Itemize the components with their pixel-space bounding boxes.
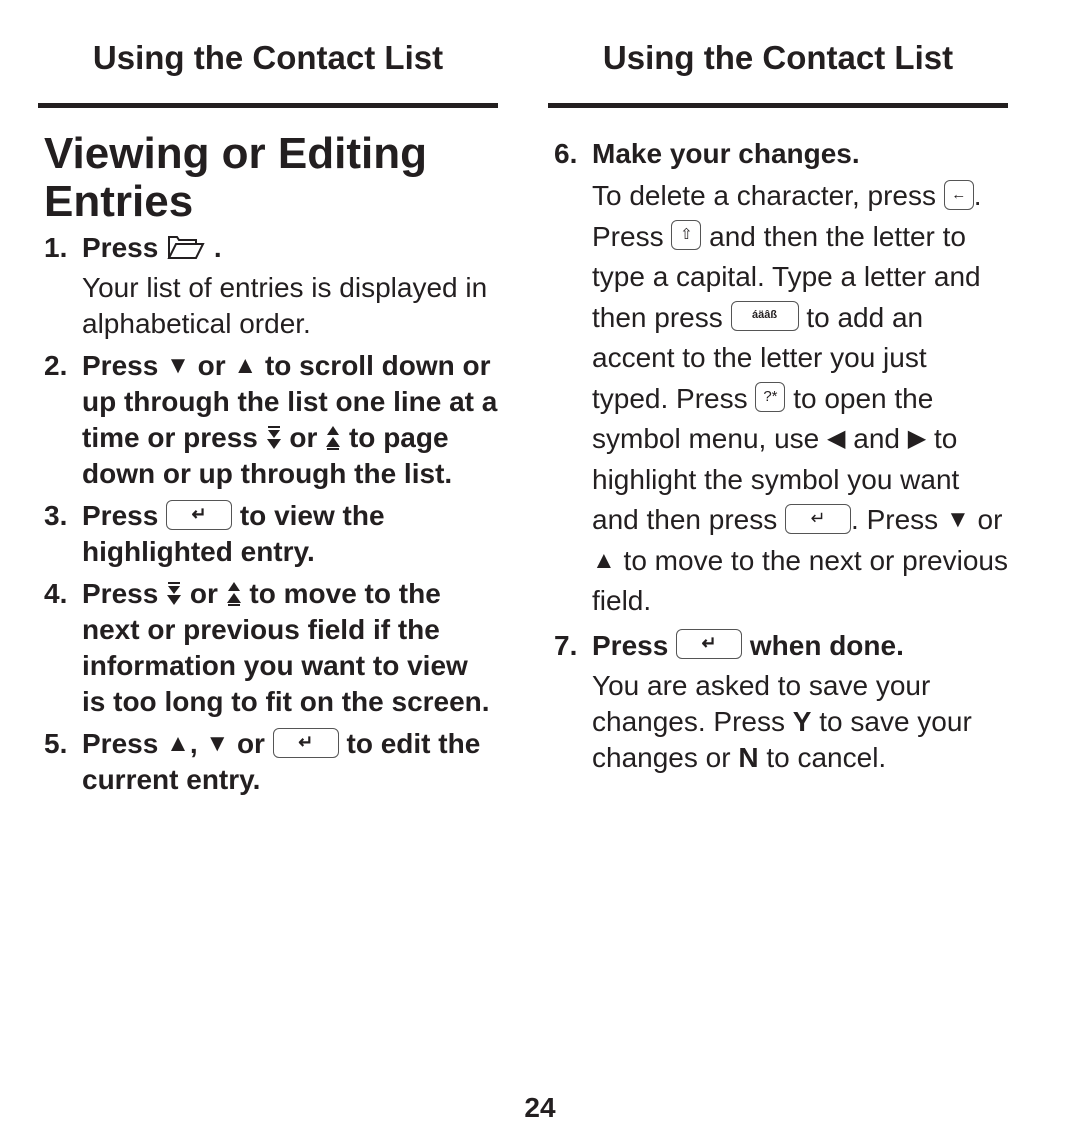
step-text: or xyxy=(977,504,1003,535)
steps-list-right: 6. Make your changes. To delete a charac… xyxy=(554,136,1008,776)
step-text: Press xyxy=(592,629,669,661)
up-arrow-icon: ▲ xyxy=(233,352,258,379)
folder-icon xyxy=(167,236,205,259)
step-5: 5. Press ▲, ▼ or ↵ to edit the current e… xyxy=(44,726,498,798)
step-number: 6. xyxy=(554,138,578,169)
page-down-icon xyxy=(167,582,182,605)
enter-key-icon: ↵ xyxy=(676,629,743,660)
running-header-right: Using the Contact List xyxy=(602,39,954,76)
enter-key-icon: ↵ xyxy=(166,499,233,530)
step-text: to cancel. xyxy=(766,741,887,773)
left-arrow-icon: ◀ xyxy=(827,425,846,452)
right-arrow-icon: ▶ xyxy=(907,425,927,452)
step-text: . Press xyxy=(851,504,939,535)
up-arrow-icon: ▲ xyxy=(592,546,616,574)
step-body: To delete a character, press ←. Press ⇧ … xyxy=(592,176,1008,622)
down-arrow-icon: ▼ xyxy=(166,352,190,379)
down-arrow-icon: ▼ xyxy=(945,506,970,533)
header-rule-left xyxy=(38,103,498,108)
section-title: Viewing or Editing Entries xyxy=(44,129,427,226)
step-text: or xyxy=(236,728,265,759)
step-text: Press xyxy=(82,728,159,759)
step-lead: Make your changes. xyxy=(592,138,860,169)
step-2: 2. Press ▼ or ▲ to scroll down or up thr… xyxy=(44,348,498,492)
step-text: and xyxy=(853,423,900,454)
steps-list-left: 1. Press . Your list of entries is displ… xyxy=(44,230,498,798)
step-6: 6. Make your changes. To delete a charac… xyxy=(554,136,1008,622)
page-down-icon xyxy=(266,426,281,449)
no-key-label: N xyxy=(738,741,759,773)
step-body: Your list of entries is displayed in alp… xyxy=(82,272,488,339)
left-column: Using the Contact List Viewing or Editin… xyxy=(38,0,498,804)
running-header-left: Using the Contact List xyxy=(92,39,444,76)
page-number: 24 xyxy=(524,1092,556,1123)
symbol-key-icon: ?* xyxy=(755,382,786,413)
step-number: 2. xyxy=(44,350,68,381)
step-text: or xyxy=(189,578,218,609)
step-body: You are asked to save your changes. Pres… xyxy=(592,668,1008,776)
step-text: Press xyxy=(82,578,159,609)
step-text: to move to the next or previous field. xyxy=(592,544,1008,617)
header-rule-right xyxy=(548,103,1008,108)
step-number: 5. xyxy=(44,728,68,759)
right-column: Using the Contact List 6. Make your chan… xyxy=(548,0,1008,782)
step-text: , xyxy=(189,728,198,759)
up-arrow-icon: ▲ xyxy=(166,730,190,757)
step-number: 7. xyxy=(554,629,578,661)
step-4: 4. Press or to move to the next or previ… xyxy=(44,576,498,720)
yes-key-label: Y xyxy=(792,705,812,737)
step-1: 1. Press . Your list of entries is displ… xyxy=(44,230,498,342)
backspace-key-icon: ← xyxy=(943,179,974,210)
step-lead-end: . xyxy=(213,232,222,263)
step-number: 1. xyxy=(44,232,68,263)
step-number: 4. xyxy=(44,578,68,609)
enter-key-icon: ↵ xyxy=(272,727,339,758)
page-up-icon xyxy=(326,426,341,450)
step-number: 3. xyxy=(44,500,68,531)
enter-key-icon: ↵ xyxy=(785,503,852,534)
step-text: or xyxy=(197,350,226,381)
step-3: 3. Press ↵ to view the highlighted entry… xyxy=(44,498,498,570)
step-text: when done. xyxy=(749,629,904,661)
step-text: or xyxy=(289,422,318,453)
down-arrow-icon: ▼ xyxy=(205,730,230,757)
page-up-icon xyxy=(226,582,241,606)
step-7: 7. Press ↵ when done. You are asked to s… xyxy=(554,628,1008,776)
shift-key-icon: ⇧ xyxy=(671,220,702,251)
step-text: Press xyxy=(82,350,159,381)
step-text: Press xyxy=(82,500,159,531)
accent-key-icon: áäâß xyxy=(730,301,799,332)
step-lead-text: Press xyxy=(82,232,159,263)
step-text: To delete a character, press xyxy=(592,180,936,211)
